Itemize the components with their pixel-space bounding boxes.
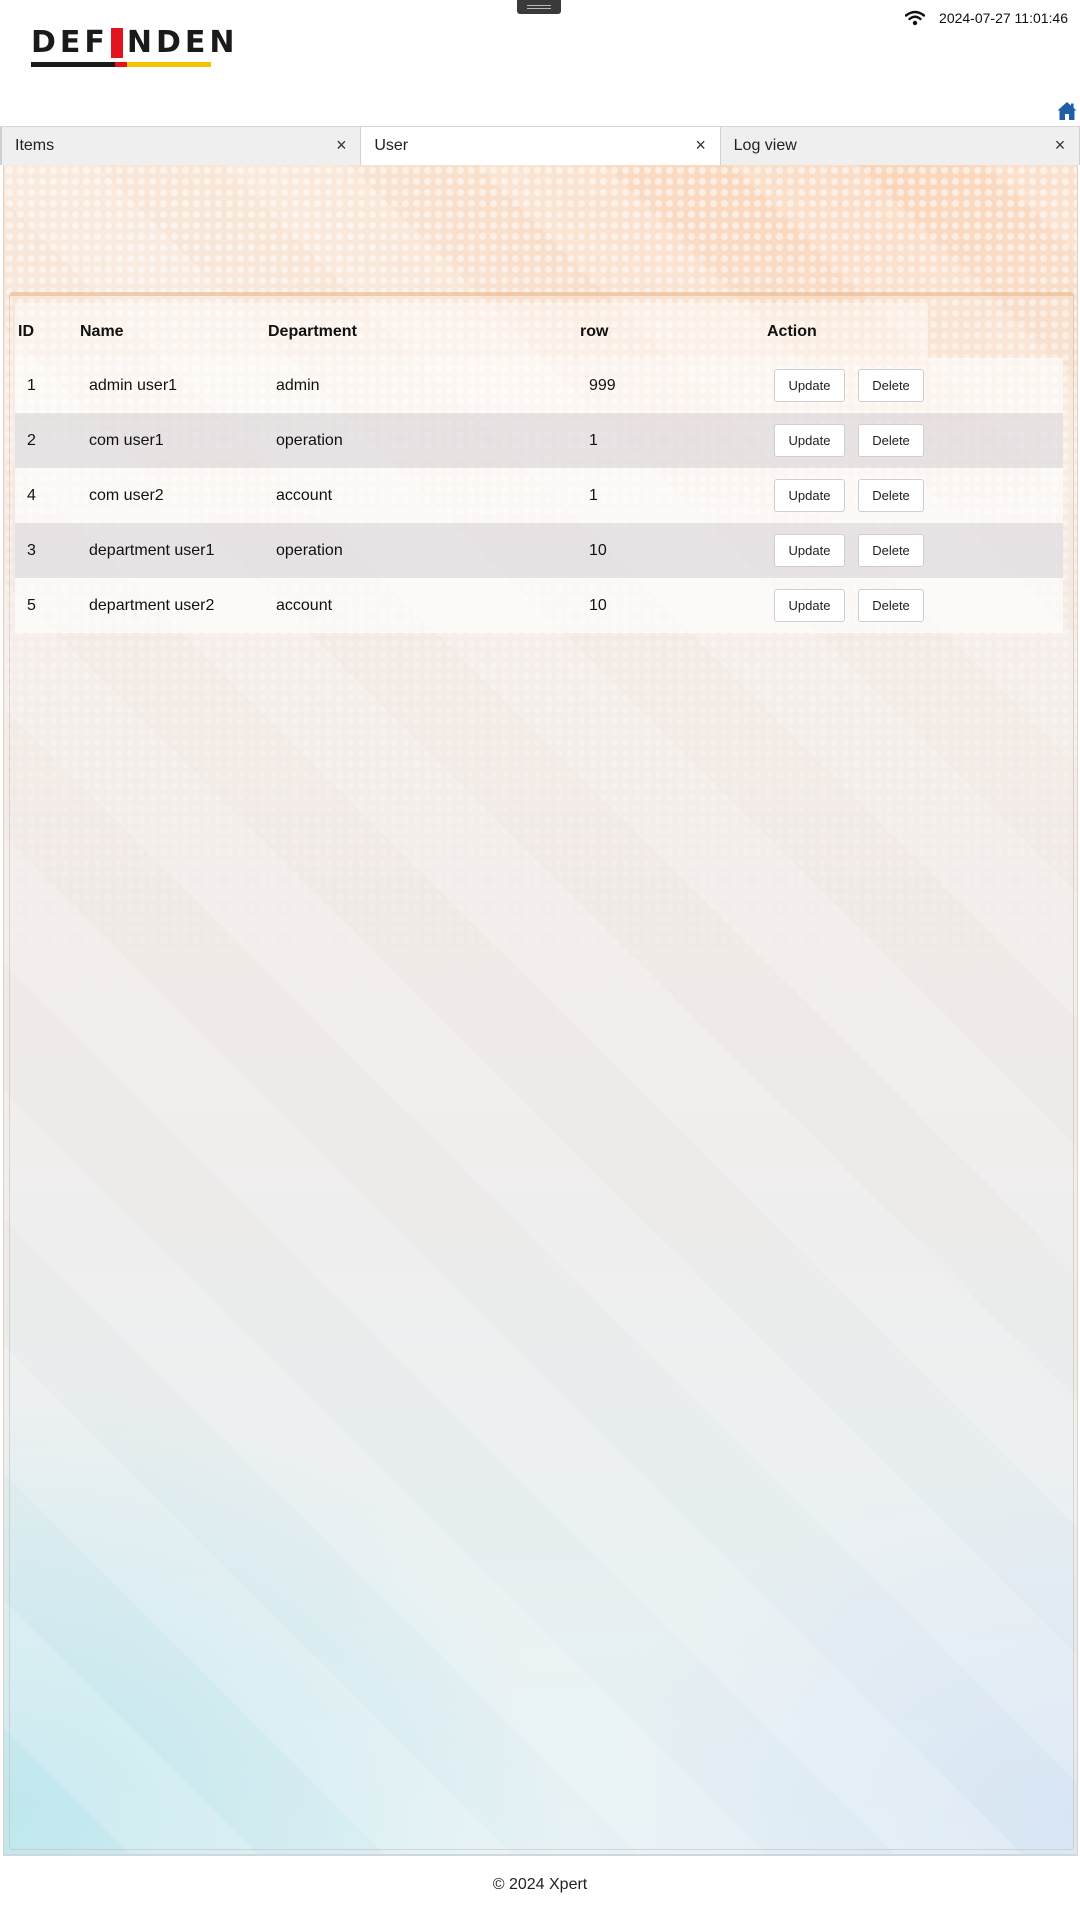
tab-user[interactable]: User ×: [361, 127, 721, 165]
cell-department: admin: [276, 377, 320, 394]
tab-label: Log view: [733, 137, 797, 154]
column-header-row: row: [580, 323, 609, 340]
user-table: ID Name Department row Action 1 admin us…: [15, 303, 1063, 633]
cell-id: 1: [27, 377, 36, 394]
column-header-id: ID: [18, 323, 34, 340]
table-row: 1 admin user1 admin 999 Update Delete: [15, 358, 1063, 413]
close-icon[interactable]: ×: [332, 136, 350, 154]
delete-button[interactable]: Delete: [858, 369, 924, 402]
cell-row: 10: [589, 597, 607, 614]
tab-bar: Items × User × Log view ×: [0, 126, 1080, 165]
logo-wordmark: DEF NDEN: [31, 25, 235, 60]
tab-label: User: [374, 137, 409, 154]
cell-department: account: [276, 487, 333, 504]
cell-name: com user2: [89, 487, 164, 504]
cell-row: 999: [589, 377, 616, 394]
logo-text-left: DEF: [31, 25, 109, 60]
cell-id: 4: [27, 487, 36, 504]
update-button[interactable]: Update: [774, 589, 845, 622]
footer-divider: [3, 1854, 1078, 1856]
drag-handle[interactable]: [517, 0, 561, 14]
table-row: 5 department user2 account 10 Update Del…: [15, 578, 1063, 633]
logo-text-right: NDEN: [126, 25, 239, 60]
app-header: DEF NDEN 2024-07-27 11:01:46: [0, 0, 1080, 124]
table-row: 2 com user1 operation 1 Update Delete: [15, 413, 1063, 468]
logo-flag-bar: [31, 62, 211, 67]
cell-name: admin user1: [89, 377, 178, 394]
update-button[interactable]: Update: [774, 534, 845, 567]
cell-name: department user1: [89, 542, 215, 559]
company-logo: DEF NDEN: [31, 25, 235, 67]
tab-log-view[interactable]: Log view ×: [720, 127, 1080, 165]
wifi-icon: [905, 10, 926, 26]
cell-id: 3: [27, 542, 36, 559]
update-button[interactable]: Update: [774, 424, 845, 457]
cell-row: 10: [589, 542, 607, 559]
delete-button[interactable]: Delete: [858, 589, 924, 622]
cell-row: 1: [589, 432, 598, 449]
datetime-display: 2024-07-27 11:01:46: [939, 10, 1068, 26]
table-row: 3 department user1 operation 10 Update D…: [15, 523, 1063, 578]
table-header: ID Name Department row Action: [15, 303, 928, 358]
cell-name: com user1: [89, 432, 164, 449]
delete-button[interactable]: Delete: [858, 424, 924, 457]
cell-department: account: [276, 597, 333, 614]
column-header-name: Name: [80, 323, 124, 340]
column-header-department: Department: [268, 323, 357, 340]
delete-button[interactable]: Delete: [858, 479, 924, 512]
update-button[interactable]: Update: [774, 369, 845, 402]
cell-department: operation: [276, 432, 343, 449]
table-row: 4 com user2 account 1 Update Delete: [15, 468, 1063, 523]
update-button[interactable]: Update: [774, 479, 845, 512]
home-icon[interactable]: [1056, 100, 1078, 122]
tab-label: Items: [15, 137, 55, 154]
cell-id: 2: [27, 432, 36, 449]
close-icon[interactable]: ×: [1051, 136, 1069, 154]
logo-u-mark: [110, 28, 123, 58]
column-header-action: Action: [767, 323, 817, 340]
footer-copyright: © 2024 Xpert: [492, 1876, 588, 1893]
cell-name: department user2: [89, 597, 215, 614]
close-icon[interactable]: ×: [692, 136, 710, 154]
status-area: 2024-07-27 11:01:46: [905, 10, 1068, 26]
delete-button[interactable]: Delete: [858, 534, 924, 567]
cell-id: 5: [27, 597, 36, 614]
tab-items[interactable]: Items ×: [0, 127, 362, 165]
cell-department: operation: [276, 542, 343, 559]
cell-row: 1: [589, 487, 598, 504]
